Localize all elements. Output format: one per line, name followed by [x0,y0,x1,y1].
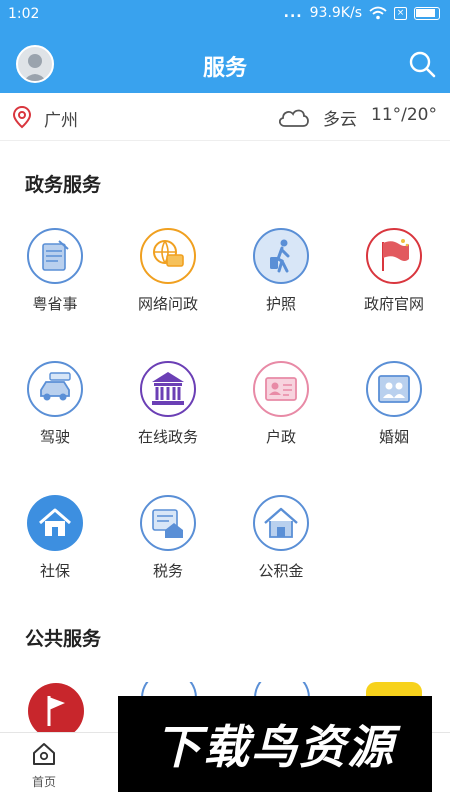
yue-icon [27,228,83,284]
city-name: 广州 [44,111,78,131]
wifi-icon [369,6,387,20]
location-pin-icon [12,105,32,129]
service-shebao[interactable]: 社保 [0,494,110,581]
location-bar[interactable]: 广州 多云 11°/20° [0,93,450,141]
service-yueshengshi[interactable]: 粤省事 [0,227,110,314]
battery-icon [414,6,440,20]
status-bar: 1:02 ... 93.9K/s × [0,0,450,28]
cloud-icon [278,109,309,127]
service-gongjijin[interactable]: 公积金 [226,494,336,581]
status-time: 1:02 [8,6,40,22]
home-icon [27,495,83,551]
status-dots: ... [283,5,303,21]
watermark-banner: 下载鸟资源 [118,696,432,792]
status-right: ... 93.9K/s × [284,5,440,21]
service-label: 政府官网 [363,295,424,313]
weather-text: 多云 [323,110,357,130]
car-icon [27,361,83,417]
service-label: 社保 [39,562,70,580]
couple-icon [366,361,422,417]
service-label: 驾驶 [39,428,70,446]
tab-home[interactable]: 首页 [22,741,66,790]
service-label: 税务 [152,562,183,580]
red-flag-icon[interactable] [27,682,85,732]
section-title-public: 公共服务 [25,628,102,650]
service-hunyin[interactable]: 婚姻 [339,360,449,447]
service-zaixianzhengwu[interactable]: 在线政务 [113,360,223,447]
section-title-gov: 政务服务 [25,174,102,196]
app-header: 1:02 ... 93.9K/s × 服务 [0,0,450,93]
tax-house-icon [140,495,196,551]
home-tab-icon [33,743,55,765]
tab-home-label: 首页 [31,775,56,789]
service-huzheng[interactable]: 户政 [226,360,336,447]
network-speed: 93.9K/s [309,5,362,21]
service-huzhao[interactable]: 护照 [226,227,336,314]
service-label: 网络问政 [137,295,198,313]
globe-chat-icon [140,228,196,284]
building-icon [140,361,196,417]
temperature: 11°/20° [371,105,437,125]
service-wangluowenzheng[interactable]: 网络问政 [113,227,223,314]
service-label: 粤省事 [32,295,78,313]
service-zhengfuguanwang[interactable]: 政府官网 [339,227,449,314]
service-shuiwu[interactable]: 税务 [113,494,223,581]
page-title: 服务 [202,56,247,81]
house-icon [253,495,309,551]
service-label: 户政 [265,428,296,446]
search-icon[interactable] [408,50,436,78]
traveler-icon [253,228,309,284]
service-label: 在线政务 [137,428,198,446]
flag-icon [366,228,422,284]
id-card-icon [253,361,309,417]
service-label: 婚姻 [378,428,409,446]
service-label: 公积金 [258,562,304,580]
service-label: 护照 [265,295,296,313]
sim-icon: × [394,6,407,20]
service-jiashi[interactable]: 驾驶 [0,360,110,447]
